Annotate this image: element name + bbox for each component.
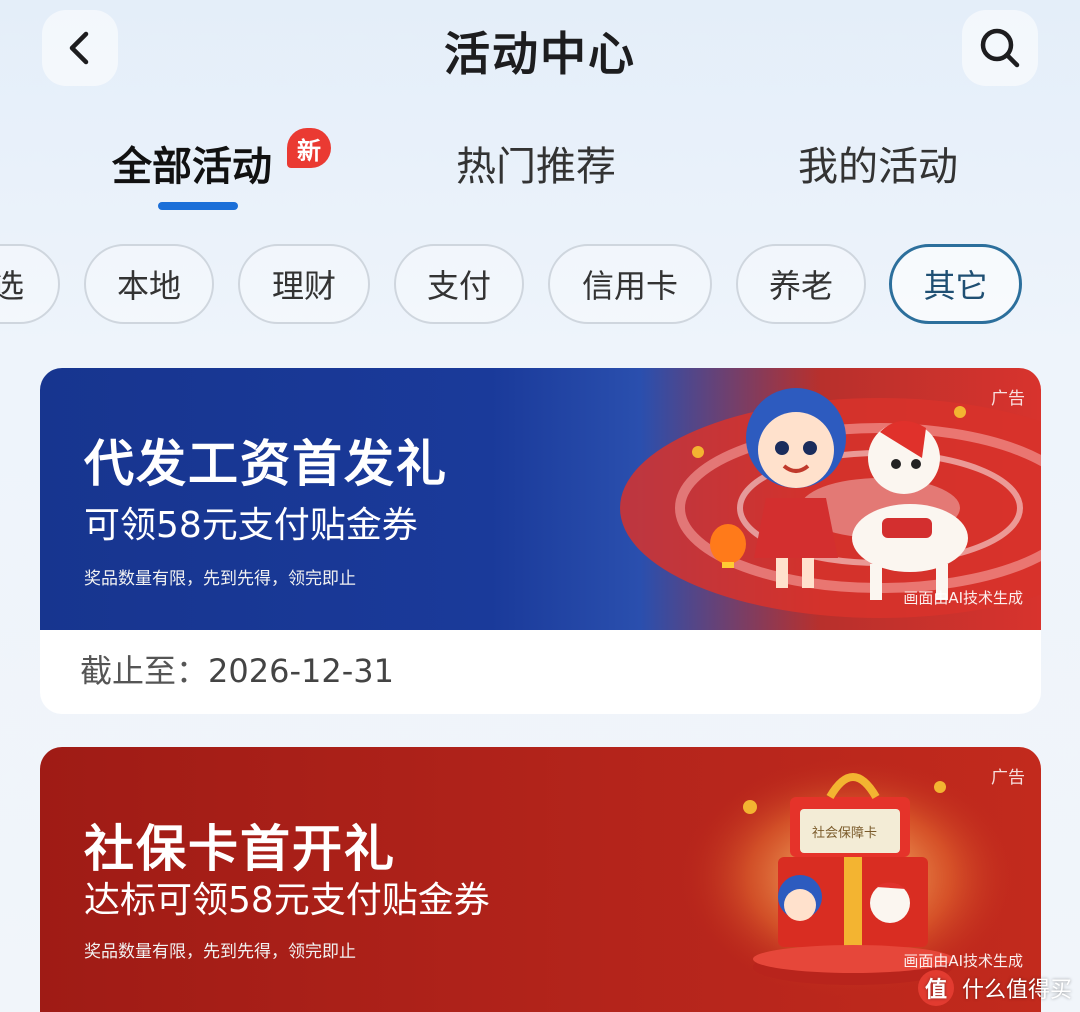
deadline: 截止至：2026-12-31 [80,646,394,692]
ai-generated-label: 画面由AI技术生成 [903,589,1023,607]
ad-label: 广告 [991,389,1025,409]
banner-subtitle: 达标可领58元支付贴金券 [84,880,490,921]
activity-card-salary[interactable]: 广告 代发工资首发礼 可领58元支付贴金券 奖品数量有限，先到先得，领完即止 画… [40,368,1041,714]
activity-card-social-security[interactable]: 社会保障卡 广告 社保卡首开礼 达标可领58元支付贴金券 奖品数量有限，先到先得… [40,747,1041,1012]
new-badge: 新 [287,128,331,168]
ad-label: 广告 [991,768,1025,788]
chip-local[interactable]: 本地 [84,244,214,324]
banner-note: 奖品数量有限，先到先得，领完即止 [84,942,356,962]
banner-title: 代发工资首发礼 [84,435,448,493]
chip-pension[interactable]: 养老 [736,244,866,324]
banner-note: 奖品数量有限，先到先得，领完即止 [84,569,356,589]
ai-generated-label: 画面由AI技术生成 [903,952,1023,970]
category-chips: 选 本地 理财 支付 信用卡 养老 其它 [0,244,1080,326]
header: 活动中心 [0,0,1080,100]
site-watermark: 值 什么值得买 [917,970,1072,1006]
tab-hot-recommend[interactable]: 热门推荐 [456,134,616,192]
deadline-value: 2026-12-31 [208,652,394,690]
chip-payment[interactable]: 支付 [394,244,524,324]
card-illustration-text: 社会保障卡 [812,825,877,841]
chip-wealth[interactable]: 理财 [238,244,370,324]
chip-credit-card[interactable]: 信用卡 [548,244,712,324]
chip-featured[interactable]: 选 [0,244,60,324]
tab-my-activities[interactable]: 我的活动 [798,134,958,192]
promo-banner[interactable]: 广告 代发工资首发礼 可领58元支付贴金券 奖品数量有限，先到先得，领完即止 画… [40,368,1041,630]
tab-all-activities[interactable]: 全部活动 [112,134,272,192]
watermark-logo-icon: 值 [917,970,954,1006]
page-title: 活动中心 [444,27,636,81]
tab-bar: 全部活动 新 热门推荐 我的活动 [0,120,1080,220]
search-icon [980,28,1020,68]
search-button[interactable] [962,10,1038,86]
banner-subtitle: 可领58元支付贴金券 [84,505,418,546]
active-tab-indicator [158,202,238,210]
chip-other[interactable]: 其它 [889,244,1022,324]
promo-banner[interactable]: 社会保障卡 广告 社保卡首开礼 达标可领58元支付贴金券 奖品数量有限，先到先得… [40,747,1041,1012]
deadline-label: 截止至： [80,652,209,690]
watermark-text: 什么值得买 [961,978,1072,1003]
